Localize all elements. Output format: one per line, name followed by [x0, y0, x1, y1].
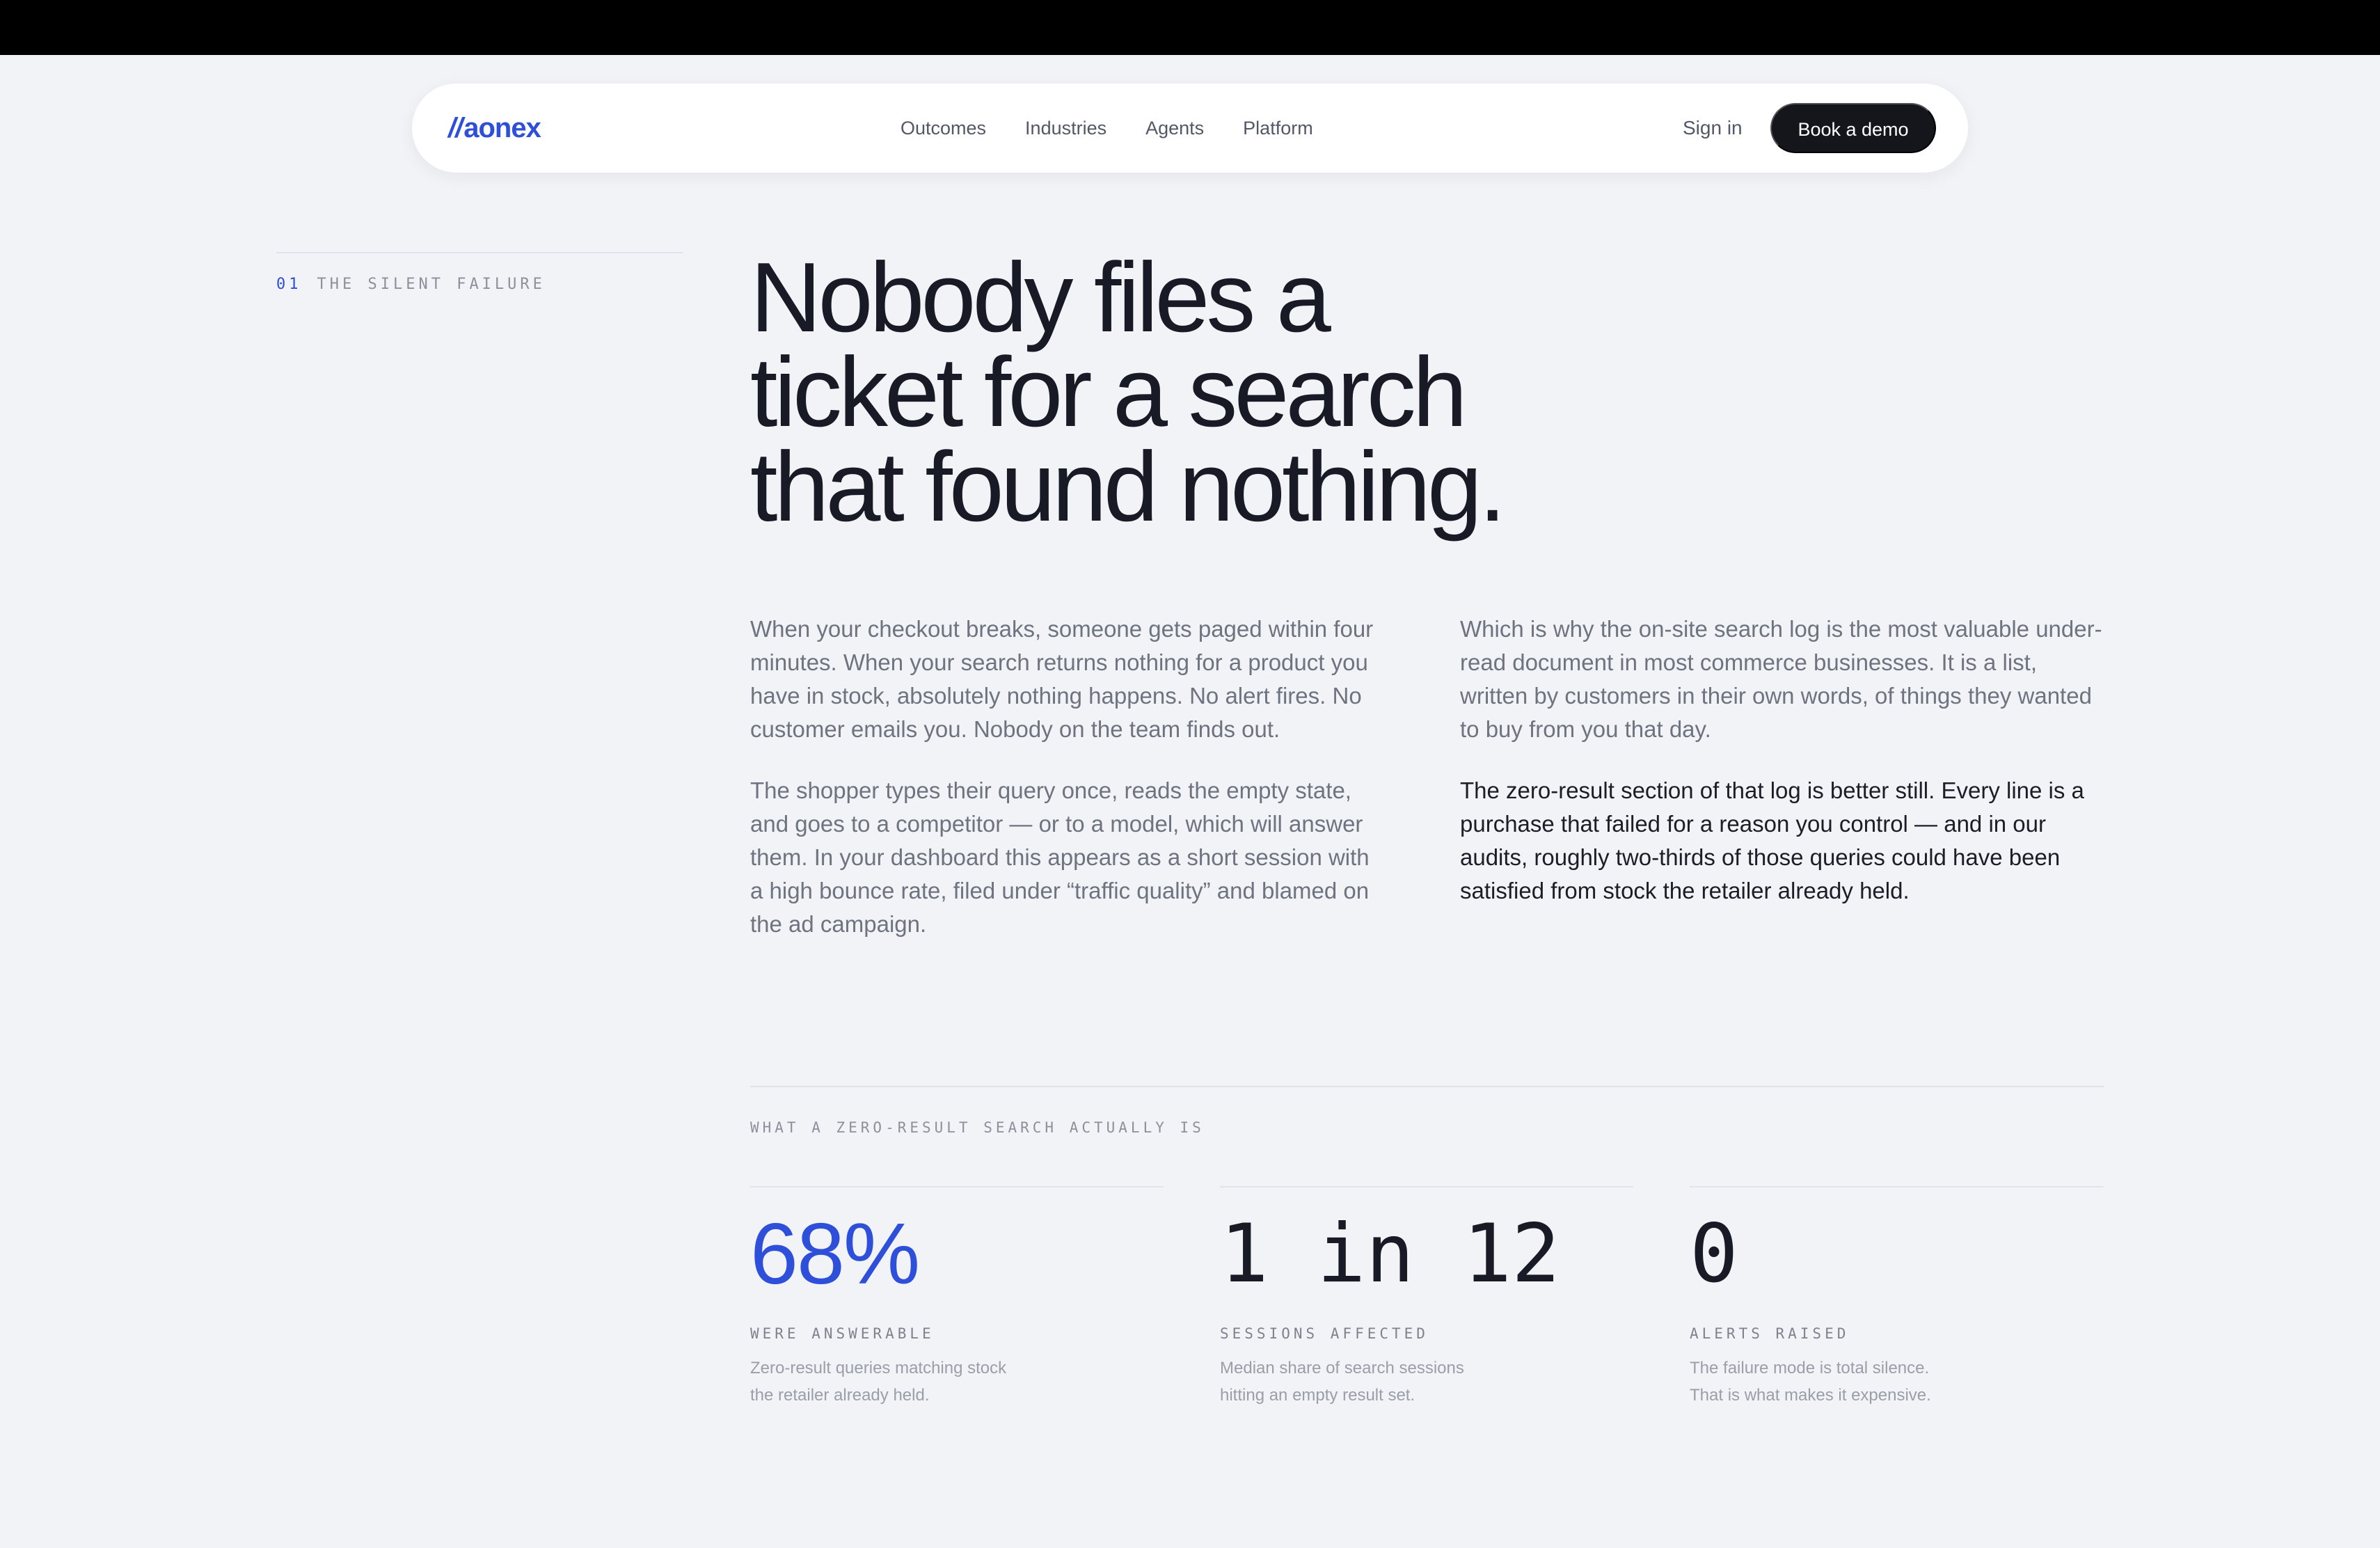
browser-top-bar: [0, 0, 2380, 55]
stat-description: Zero-result queries matching stock the r…: [750, 1359, 1007, 1405]
stat-value: 68%: [750, 1206, 920, 1302]
stat-sessions: 1 in 12 SESSIONS AFFECTED Median share o…: [1220, 1186, 1633, 1409]
headline-line-3: that found nothing.: [750, 432, 1506, 542]
body-paragraph: The shopper types their query once, read…: [750, 777, 1370, 937]
top-navigation: //aonex Outcomes Industries Agents Platf…: [412, 84, 1968, 173]
sign-in-link[interactable]: Sign in: [1683, 114, 1743, 142]
stat-description: Median share of search sessions hitting …: [1220, 1359, 1464, 1405]
aonex-logo[interactable]: //aonex: [448, 109, 541, 148]
stat-alerts: 0 ALERTS RAISED The failure mode is tota…: [1690, 1186, 2103, 1409]
stat-title: ALERTS RAISED: [1690, 1325, 1850, 1342]
logo-wordmark: aonex: [463, 113, 541, 143]
book-demo-button[interactable]: Book a demo: [1770, 103, 1936, 153]
nav-link-industries[interactable]: Industries: [1025, 118, 1106, 139]
body-paragraph: Which is why the on-site search log is t…: [1460, 616, 2102, 742]
stat-value: 1 in 12: [1220, 1207, 1560, 1301]
nav-link-platform[interactable]: Platform: [1243, 118, 1313, 139]
section-label: THE SILENT FAILURE: [317, 276, 546, 293]
body-column-right: Which is why the on-site search log is t…: [1460, 613, 2107, 935]
nav-link-outcomes[interactable]: Outcomes: [901, 118, 986, 139]
stat-title: SESSIONS AFFECTED: [1220, 1325, 1429, 1342]
body-paragraph-emphasis: The zero-result section of that log is b…: [1460, 777, 2084, 903]
stat-divider: [1220, 1186, 1633, 1187]
section-eyebrow: 01 THE SILENT FAILURE: [276, 276, 546, 293]
body-column-left: When your checkout breaks, someone gets …: [750, 613, 1383, 969]
section-number: 01: [276, 276, 302, 293]
stats-heading: WHAT A ZERO-RESULT SEARCH ACTUALLY IS: [750, 1119, 1205, 1136]
stat-title: WERE ANSWERABLE: [750, 1325, 935, 1342]
page-headline: Nobody files a ticket for a search that …: [750, 248, 1794, 537]
nav-links: Outcomes Industries Agents Platform: [901, 84, 1313, 173]
nav-link-agents[interactable]: Agents: [1145, 118, 1204, 139]
body-paragraph: When your checkout breaks, someone gets …: [750, 616, 1374, 742]
stat-divider: [1690, 1186, 2103, 1187]
stat-answerable: 68% WERE ANSWERABLE Zero-result queries …: [750, 1186, 1164, 1409]
logo-slash-mark: //: [448, 113, 463, 143]
stats-divider: [750, 1086, 2104, 1087]
section-divider: [276, 252, 683, 253]
stat-description: The failure mode is total silence. That …: [1690, 1359, 1931, 1405]
stat-divider: [750, 1186, 1164, 1187]
stat-value: 0: [1690, 1207, 1738, 1301]
